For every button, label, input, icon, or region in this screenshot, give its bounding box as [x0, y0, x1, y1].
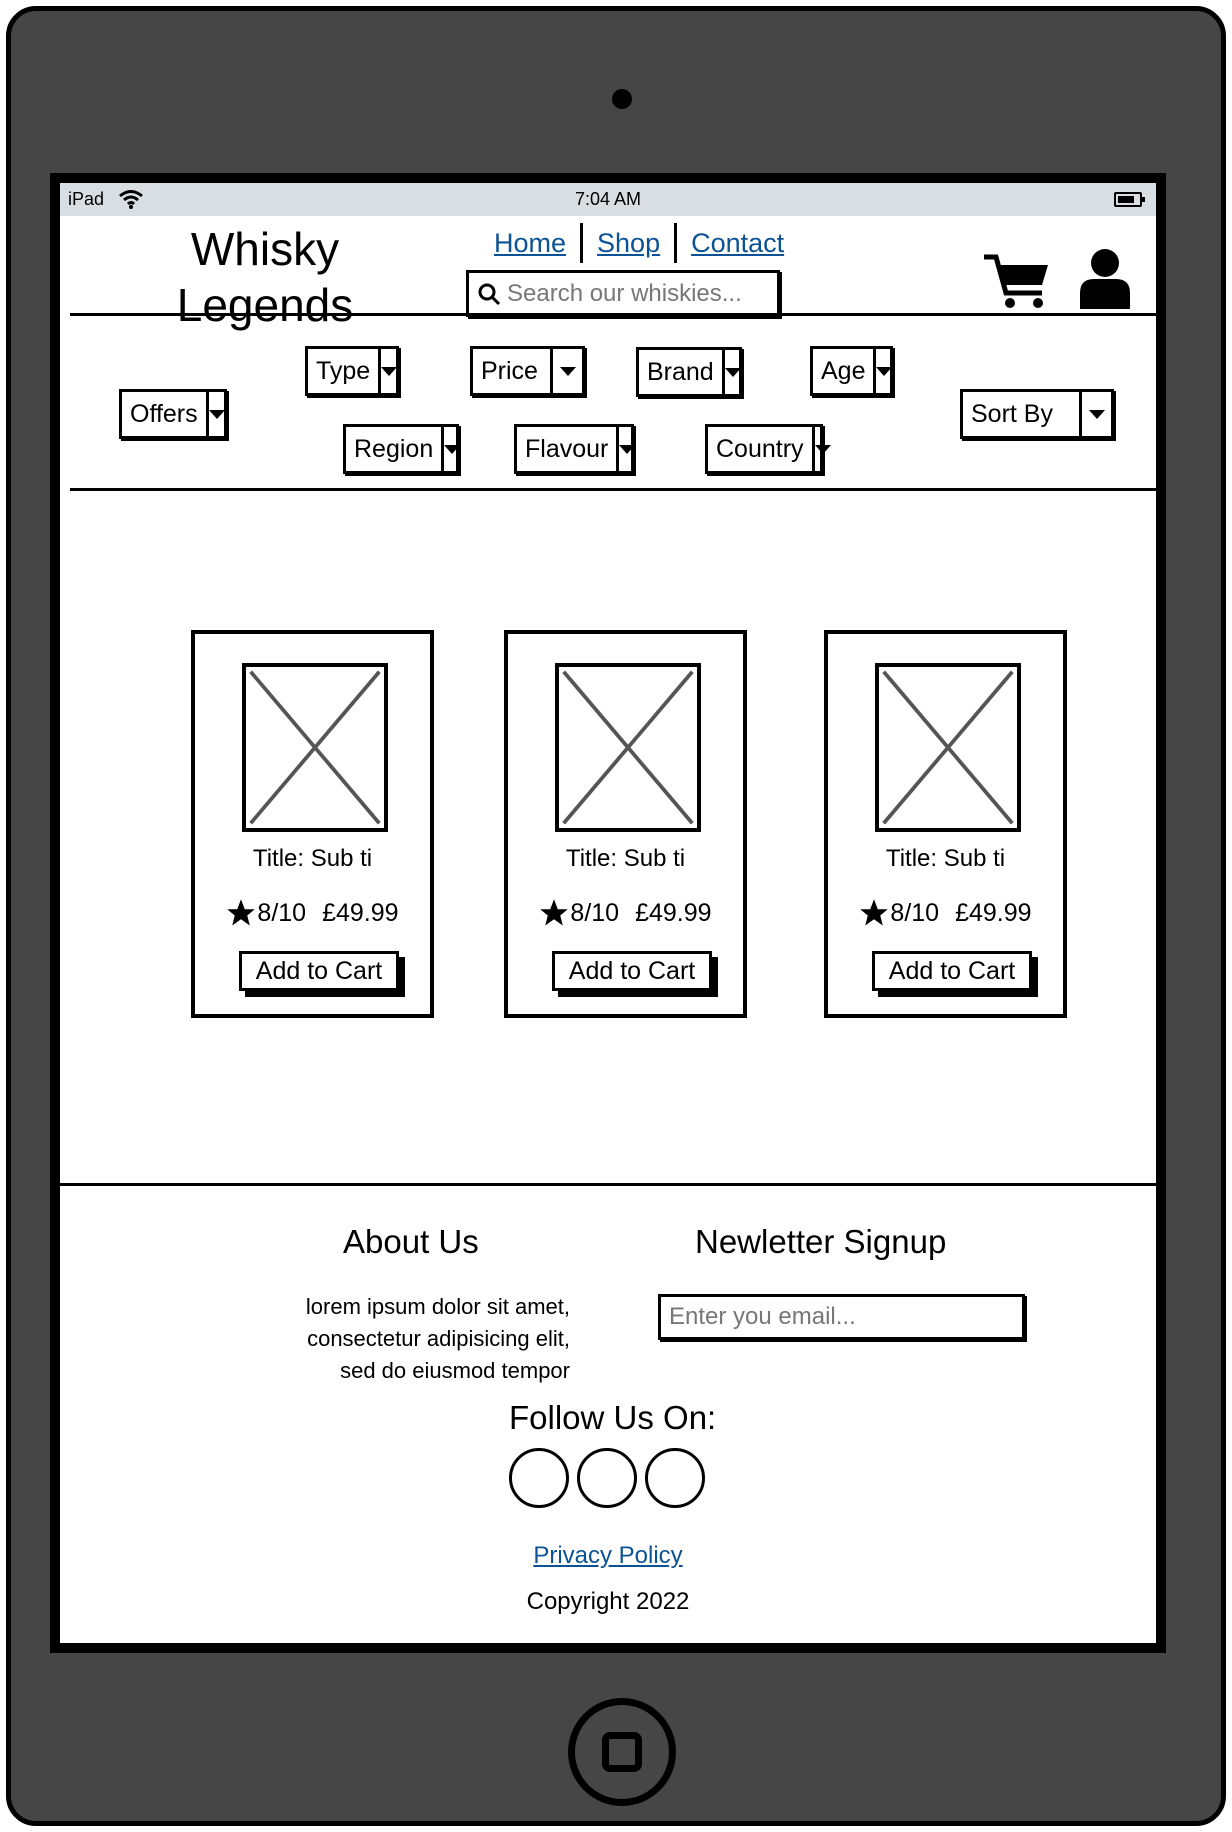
filter-price-label: Price	[481, 356, 538, 385]
follow-heading: Follow Us On:	[509, 1399, 717, 1436]
filter-flavour[interactable]: Flavour	[514, 424, 636, 474]
about-heading: About Us	[343, 1223, 479, 1260]
footer-divider	[60, 1183, 1156, 1186]
product-card[interactable]: Title: Sub ti 8/10 £49.99 Add to Cart	[191, 630, 434, 1018]
product-meta: 8/10 £49.99	[195, 898, 430, 928]
privacy-policy: Privacy Policy	[60, 1542, 1156, 1570]
about-text-line: lorem ipsum dolor sit amet,	[305, 1294, 570, 1319]
search-icon	[478, 283, 501, 305]
nav-shop-link[interactable]: Shop	[583, 228, 674, 259]
filter-brand[interactable]: Brand	[636, 347, 742, 397]
filter-age[interactable]: Age	[810, 346, 893, 396]
product-meta: 8/10 £49.99	[508, 898, 743, 928]
add-to-cart-button[interactable]: Add to Cart	[552, 951, 712, 991]
product-title: Title: Sub ti	[252, 845, 373, 872]
status-time: 7:04 AM	[574, 189, 642, 209]
filter-age-label: Age	[821, 356, 866, 385]
sort-by-label: Sort By	[971, 399, 1053, 428]
social-link-icon[interactable]	[509, 1448, 569, 1508]
newsletter-email-input[interactable]	[669, 1303, 1022, 1331]
sort-by-select[interactable]: Sort By	[960, 389, 1114, 439]
filter-offers-label: Offers	[130, 399, 198, 428]
status-bar: iPad 7:04 AM	[60, 183, 1156, 216]
search-input[interactable]	[507, 279, 767, 308]
main-nav: Home Shop Contact	[480, 223, 798, 263]
search-box	[466, 270, 780, 317]
add-to-cart-button[interactable]: Add to Cart	[872, 951, 1032, 991]
product-card[interactable]: Title: Sub ti 8/10 £49.99 Add to Cart	[504, 630, 747, 1018]
product-rating: 8/10	[257, 898, 307, 927]
filter-country-dropdown[interactable]	[811, 427, 831, 471]
product-card[interactable]: Title: Sub ti 8/10 £49.99 Add to Cart	[824, 630, 1067, 1018]
about-text: lorem ipsum dolor sit amet, consectetur …	[225, 1291, 570, 1387]
cart-icon[interactable]	[982, 251, 1052, 311]
filter-type-dropdown[interactable]	[378, 349, 398, 393]
star-icon	[227, 899, 256, 926]
chevron-down-icon	[619, 444, 636, 454]
about-text-line: sed do eiusmod tempor	[340, 1358, 570, 1383]
screen: iPad 7:04 AM Whisky Legends Home Shop Co…	[50, 173, 1166, 1653]
copyright-text: Copyright 2022	[526, 1588, 690, 1615]
header-divider	[70, 313, 1156, 316]
filter-offers-dropdown[interactable]	[205, 392, 225, 436]
filter-offers[interactable]: Offers	[119, 389, 227, 439]
chevron-down-icon	[876, 366, 893, 376]
home-button[interactable]	[568, 1698, 676, 1806]
sort-by-dropdown[interactable]	[1079, 392, 1111, 436]
filter-flavour-label: Flavour	[525, 434, 609, 463]
newsletter-heading: Newletter Signup	[695, 1223, 947, 1260]
product-image-placeholder-icon	[555, 663, 701, 832]
home-button-square-icon	[602, 1732, 642, 1772]
star-icon	[860, 899, 889, 926]
newsletter-email-box	[658, 1294, 1025, 1340]
product-price: £49.99	[955, 898, 1032, 927]
nav-contact-link[interactable]: Contact	[677, 228, 798, 259]
product-title: Title: Sub ti	[565, 845, 686, 872]
filter-divider	[70, 488, 1156, 491]
filter-brand-label: Brand	[647, 357, 714, 386]
social-links	[509, 1448, 705, 1508]
social-link-icon[interactable]	[645, 1448, 705, 1508]
filter-region-dropdown[interactable]	[441, 427, 461, 471]
filter-age-dropdown[interactable]	[873, 349, 893, 393]
battery-icon	[1114, 192, 1145, 207]
chevron-down-icon	[724, 367, 741, 377]
brand-line-2: Legends	[176, 279, 354, 331]
product-image-placeholder-icon	[242, 663, 388, 832]
filter-country-label: Country	[716, 434, 804, 463]
chevron-down-icon	[1088, 409, 1105, 419]
filter-region[interactable]: Region	[343, 424, 461, 474]
chevron-down-icon	[444, 444, 461, 454]
filter-price[interactable]: Price	[470, 346, 585, 396]
product-image-placeholder-icon	[875, 663, 1021, 832]
chevron-down-icon	[208, 409, 225, 419]
camera-icon	[612, 89, 632, 109]
brand-line-1: Whisky	[190, 223, 340, 275]
about-text-line: consectetur adipisicing elit,	[307, 1326, 570, 1351]
product-title: Title: Sub ti	[885, 845, 1006, 872]
privacy-policy-link[interactable]: Privacy Policy	[533, 1542, 682, 1569]
site-logo[interactable]: Whisky Legends	[155, 221, 375, 333]
chevron-down-icon	[381, 366, 398, 376]
filter-type[interactable]: Type	[305, 346, 399, 396]
user-account-icon[interactable]	[1078, 247, 1132, 309]
chevron-down-icon	[814, 444, 831, 454]
product-price: £49.99	[322, 898, 399, 927]
filter-price-dropdown[interactable]	[550, 349, 582, 393]
filter-country[interactable]: Country	[705, 424, 831, 474]
nav-home-link[interactable]: Home	[480, 228, 580, 259]
filter-type-label: Type	[316, 356, 371, 385]
product-rating: 8/10	[570, 898, 620, 927]
star-icon	[540, 899, 569, 926]
social-link-icon[interactable]	[577, 1448, 637, 1508]
filter-region-label: Region	[354, 434, 434, 463]
filter-flavour-dropdown[interactable]	[616, 427, 636, 471]
product-rating: 8/10	[890, 898, 940, 927]
filter-brand-dropdown[interactable]	[721, 350, 741, 394]
product-meta: 8/10 £49.99	[828, 898, 1063, 928]
add-to-cart-button[interactable]: Add to Cart	[239, 951, 399, 991]
product-price: £49.99	[635, 898, 712, 927]
chevron-down-icon	[559, 366, 576, 376]
